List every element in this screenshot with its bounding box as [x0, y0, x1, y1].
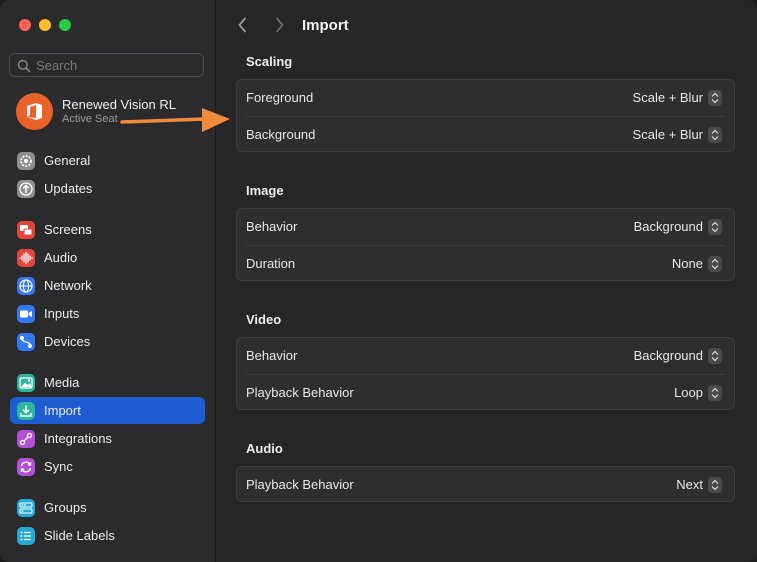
office-logo-icon: [27, 103, 42, 120]
account-subtitle: Active Seat: [62, 113, 118, 125]
section-title-video: Video: [246, 312, 282, 327]
sidebar-item-import[interactable]: Import: [10, 397, 205, 424]
waveform-icon: [17, 249, 35, 267]
devices-icon: [17, 333, 35, 351]
zoom-window-button[interactable]: [59, 19, 71, 31]
globe-icon: [17, 277, 35, 295]
sync-icon: [17, 458, 35, 476]
row-audio-playback: Playback Behavior Next: [237, 467, 734, 503]
section-title-image: Image: [246, 183, 284, 198]
row-background: Background Scale + Blur: [237, 117, 734, 153]
search-icon: [17, 59, 31, 73]
media-icon: [17, 374, 35, 392]
groups-icon: [17, 499, 35, 517]
row-image-duration: Duration None: [237, 246, 734, 282]
row-foreground: Foreground Scale + Blur: [237, 80, 734, 116]
search-field[interactable]: [9, 53, 204, 77]
video-input-icon: [17, 305, 35, 323]
image-group: Behavior Background Duration None: [236, 208, 735, 281]
audio-group: Playback Behavior Next: [236, 466, 735, 502]
close-window-button[interactable]: [19, 19, 31, 31]
up-down-chevron-icon: [708, 219, 722, 235]
up-down-chevron-icon: [708, 90, 722, 106]
sidebar-item-integrations[interactable]: Integrations: [10, 425, 205, 452]
screens-icon: [17, 221, 35, 239]
row-video-playback: Playback Behavior Loop: [237, 375, 734, 411]
update-arrow-icon: [17, 180, 35, 198]
gear-icon: [17, 152, 35, 170]
sidebar-item-updates[interactable]: Updates: [10, 175, 205, 202]
sidebar-item-media[interactable]: Media: [10, 369, 205, 396]
list-icon: [17, 527, 35, 545]
row-video-behavior: Behavior Background: [237, 338, 734, 374]
up-down-chevron-icon: [708, 127, 722, 143]
search-input[interactable]: [36, 56, 196, 74]
row-image-behavior: Behavior Background: [237, 209, 734, 245]
forward-button[interactable]: [268, 14, 290, 36]
up-down-chevron-icon: [708, 477, 722, 493]
chevron-left-icon: [238, 17, 246, 33]
up-down-chevron-icon: [708, 256, 722, 272]
sidebar-item-groups[interactable]: Groups: [10, 494, 205, 521]
integrations-icon: [17, 430, 35, 448]
sidebar-item-sync[interactable]: Sync: [10, 453, 205, 480]
chevron-right-icon: [276, 17, 284, 33]
scaling-group: Foreground Scale + Blur Background Scale…: [236, 79, 735, 152]
back-button[interactable]: [232, 14, 254, 36]
up-down-chevron-icon: [708, 385, 722, 401]
sidebar-item-audio[interactable]: Audio: [10, 244, 205, 271]
minimize-window-button[interactable]: [39, 19, 51, 31]
settings-window: Renewed Vision RL Active Seat General Up…: [0, 0, 757, 562]
section-title-scaling: Scaling: [246, 54, 293, 69]
sidebar-item-screens[interactable]: Screens: [10, 216, 205, 243]
video-group: Behavior Background Playback Behavior Lo…: [236, 337, 735, 410]
avatar: [16, 93, 53, 130]
main-pane: Import Scaling Foreground Scale + Blur B…: [216, 0, 757, 562]
page-title: Import: [302, 17, 349, 34]
sidebar-item-inputs[interactable]: Inputs: [10, 300, 205, 327]
annotation-arrow-icon: [120, 108, 230, 132]
sidebar: Renewed Vision RL Active Seat General Up…: [0, 0, 216, 562]
sidebar-item-slide-labels[interactable]: Slide Labels: [10, 522, 205, 549]
section-title-audio: Audio: [246, 441, 283, 456]
up-down-chevron-icon: [708, 348, 722, 364]
sidebar-item-devices[interactable]: Devices: [10, 328, 205, 355]
import-icon: [17, 402, 35, 420]
sidebar-item-network[interactable]: Network: [10, 272, 205, 299]
sidebar-item-general[interactable]: General: [10, 147, 205, 174]
